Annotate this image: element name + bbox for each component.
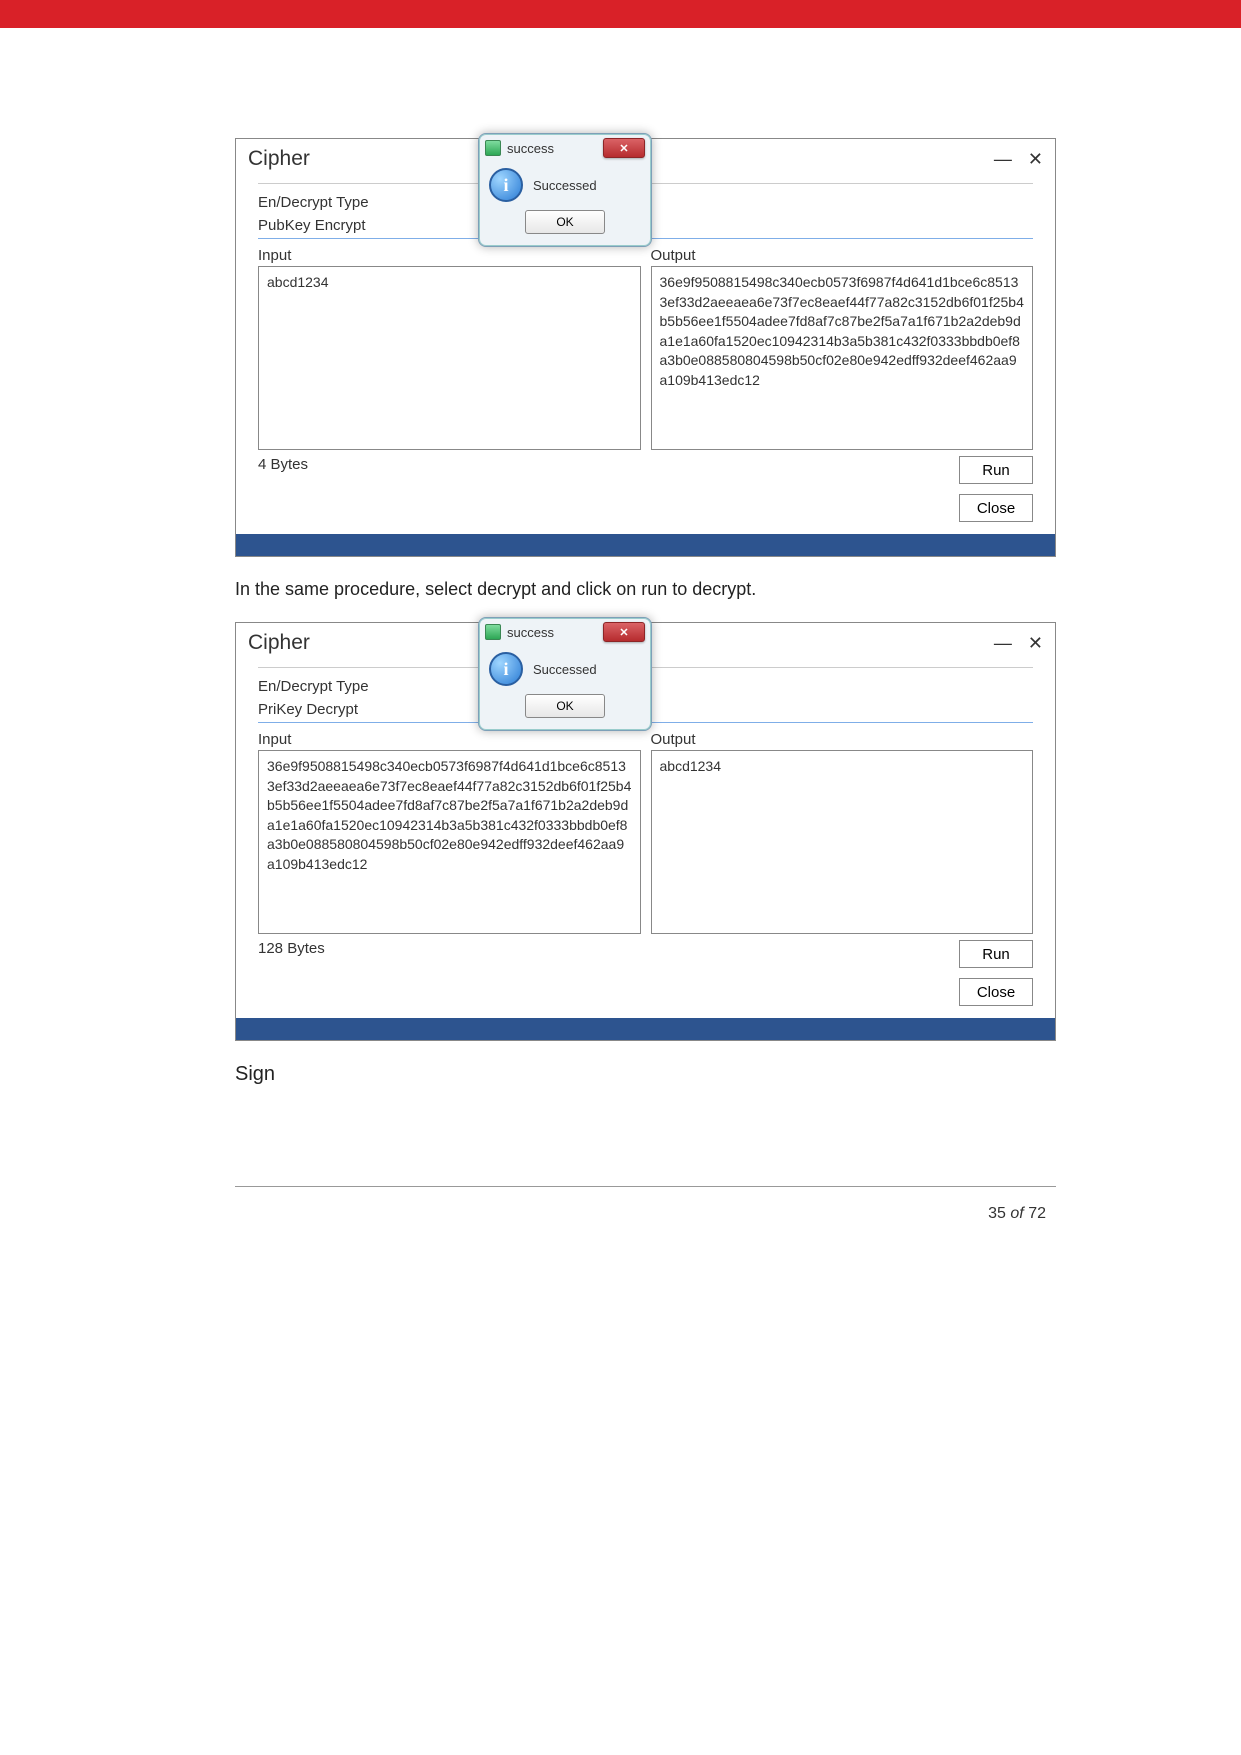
dialog-title: success <box>507 625 554 640</box>
header-red-bar <box>0 0 1241 28</box>
close-button[interactable]: Close <box>959 494 1033 522</box>
bottom-blue-strip <box>236 1018 1055 1040</box>
success-dialog: success ✕ i Successed OK <box>478 617 652 731</box>
dialog-close-icon[interactable]: ✕ <box>603 138 645 158</box>
dialog-close-icon[interactable]: ✕ <box>603 622 645 642</box>
bottom-blue-strip <box>236 534 1055 556</box>
sign-heading: Sign <box>235 1063 1056 1086</box>
dialog-ok-button[interactable]: OK <box>525 210 605 234</box>
page-number: 35 of 72 <box>235 1187 1056 1223</box>
close-button[interactable]: Close <box>959 978 1033 1006</box>
dialog-app-icon <box>485 624 501 640</box>
input-value: abcd1234 <box>267 274 329 290</box>
input-value: 36e9f9508815498c340ecb0573f6987f4d641d1b… <box>267 758 631 872</box>
dialog-title: success <box>507 141 554 156</box>
dialog-message: Successed <box>533 178 597 193</box>
input-label: Input <box>258 247 641 264</box>
cipher-window-encrypt: Cipher — ✕ En/Decrypt Type PubKey Encryp… <box>235 138 1056 557</box>
output-box[interactable]: 36e9f9508815498c340ecb0573f6987f4d641d1b… <box>651 266 1034 450</box>
input-label: Input <box>258 731 641 748</box>
window-title: Cipher <box>248 631 310 655</box>
bytes-label: 4 Bytes <box>236 450 959 473</box>
output-value: 36e9f9508815498c340ecb0573f6987f4d641d1b… <box>660 274 1024 388</box>
minimize-icon[interactable]: — <box>994 149 1012 170</box>
run-button[interactable]: Run <box>959 940 1033 968</box>
page-content: Cipher — ✕ En/Decrypt Type PubKey Encryp… <box>0 28 1241 1283</box>
success-dialog: success ✕ i Successed OK <box>478 133 652 247</box>
run-button[interactable]: Run <box>959 456 1033 484</box>
minimize-icon[interactable]: — <box>994 633 1012 654</box>
output-label: Output <box>651 731 1034 748</box>
output-label: Output <box>651 247 1034 264</box>
input-box[interactable]: abcd1234 <box>258 266 641 450</box>
output-value: abcd1234 <box>660 758 722 774</box>
close-icon[interactable]: ✕ <box>1028 149 1043 170</box>
dialog-app-icon <box>485 140 501 156</box>
dialog-message: Successed <box>533 662 597 677</box>
info-icon: i <box>489 168 523 202</box>
caption-text: In the same procedure, select decrypt an… <box>235 579 1056 600</box>
type-value: PubKey Encrypt <box>258 217 366 234</box>
type-value: PriKey Decrypt <box>258 701 358 718</box>
bytes-label: 128 Bytes <box>236 934 959 957</box>
window-title: Cipher <box>248 147 310 171</box>
input-box[interactable]: 36e9f9508815498c340ecb0573f6987f4d641d1b… <box>258 750 641 934</box>
close-icon[interactable]: ✕ <box>1028 633 1043 654</box>
cipher-window-decrypt: Cipher — ✕ En/Decrypt Type PriKey Decryp… <box>235 622 1056 1041</box>
info-icon: i <box>489 652 523 686</box>
dialog-ok-button[interactable]: OK <box>525 694 605 718</box>
output-box[interactable]: abcd1234 <box>651 750 1034 934</box>
